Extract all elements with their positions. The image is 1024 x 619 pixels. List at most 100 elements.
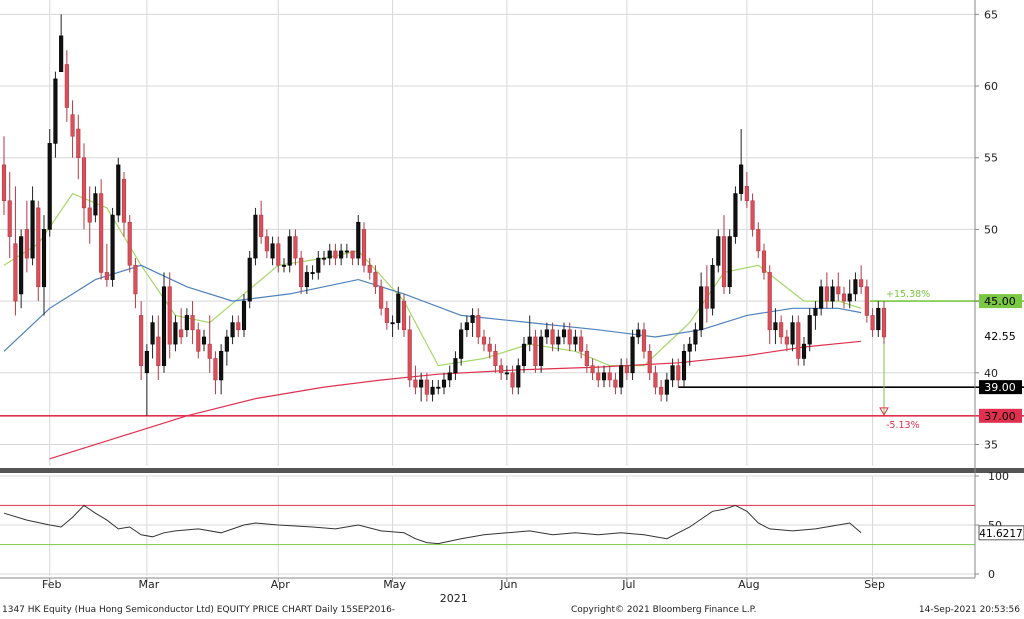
time-axis-label: Feb [42, 578, 61, 591]
candle-body [441, 379, 447, 388]
candle-body [299, 257, 304, 288]
candle-body [41, 229, 47, 288]
candle-body [830, 286, 835, 302]
candle-body [824, 286, 829, 302]
candle-body [613, 379, 618, 388]
candle-body [87, 207, 92, 223]
candle-body [516, 365, 521, 388]
candle-body [544, 329, 549, 338]
candle-body [293, 236, 298, 259]
candle-body [344, 250, 349, 253]
candle-body [1, 164, 7, 202]
time-axis: Feb Mar Apr May Jun Jul Aug Sep2021 [0, 577, 975, 605]
candle-body [133, 264, 138, 295]
candle-body [624, 365, 629, 374]
candle-body [196, 329, 201, 352]
candle-body [459, 329, 464, 359]
candle-body [173, 322, 178, 345]
candle-body [881, 307, 887, 338]
candle-body [333, 250, 338, 259]
candle-body [693, 329, 698, 345]
candle-body [241, 300, 247, 331]
candle-body [93, 193, 98, 216]
candle-body [476, 315, 481, 338]
candle-body [619, 365, 624, 388]
candle-body [796, 322, 801, 359]
moving-average-line-2 [3, 264, 862, 352]
candle-body [424, 379, 429, 395]
time-axis-label: Jun [499, 578, 517, 591]
candle-body [510, 372, 515, 388]
candle-body [716, 236, 721, 266]
candle-body [710, 264, 715, 309]
candle-body [813, 307, 818, 316]
candle-body [744, 186, 749, 202]
osc-last-value-text: 41.6217 [979, 528, 1022, 540]
candle-body [819, 286, 824, 309]
candle-body [579, 336, 584, 352]
candle-body [36, 207, 41, 288]
candle-body [7, 200, 12, 237]
candle-body [24, 229, 29, 259]
candle-body [870, 315, 875, 331]
price-axis: 35 40 45 50 55 60 65 [974, 0, 998, 578]
candle-body [773, 322, 778, 331]
candle-body [664, 379, 669, 395]
candle-body [630, 336, 635, 374]
candle-body [327, 250, 332, 259]
candle-body [281, 264, 287, 267]
candle-body [156, 336, 161, 366]
candle-body [790, 322, 795, 345]
candle-body [721, 236, 727, 288]
candle-body [390, 322, 395, 325]
reference-badge-text: 37.00 [984, 410, 1016, 423]
price-axis-label: 50 [984, 223, 998, 236]
candle-body [687, 343, 692, 352]
candle-body [373, 272, 378, 288]
candle-body [350, 250, 355, 259]
candle-body [304, 272, 309, 288]
candle-body [859, 279, 864, 288]
chart-canvas: 45.00+15.38%39.0037.00-5.13% 35404550556… [0, 0, 1024, 605]
candle-body [681, 350, 687, 381]
candle-body [99, 193, 104, 273]
candle-body [190, 315, 195, 331]
candle-body [499, 365, 504, 374]
footer-timestamp: 14-Sep-2021 20:53:56 [918, 605, 1020, 615]
reference-lines: 45.00+15.38%39.0037.00-5.13% [0, 289, 1024, 431]
candle-body [676, 365, 681, 381]
time-axis-label: May [383, 578, 406, 591]
candle-body [464, 322, 469, 331]
candle-body [401, 300, 407, 331]
candle-body [70, 114, 75, 137]
candle-body [384, 307, 389, 323]
candle-body [784, 336, 789, 345]
candle-body [590, 365, 595, 374]
candle-body [733, 193, 738, 237]
candle-body [670, 365, 675, 381]
candle-body [596, 372, 601, 381]
candle-body [53, 78, 58, 144]
candle-body [653, 372, 658, 388]
candle-body [601, 372, 607, 381]
candle-body [13, 243, 18, 302]
footer-copyright: Copyright© 2021 Bloomberg Finance L.P. [571, 605, 757, 615]
candle-body [647, 350, 652, 374]
candle-body [321, 257, 327, 260]
candle-body [247, 257, 252, 302]
grid-lines [0, 0, 1024, 576]
candle-body [704, 286, 709, 309]
candle-body [504, 372, 509, 375]
candle-body [550, 329, 555, 345]
price-badges: 42.55 [979, 329, 1022, 344]
candle-body [184, 315, 189, 331]
candle-body [561, 329, 567, 338]
candle-body [367, 264, 372, 273]
candle-body [81, 157, 87, 209]
candle-body [47, 143, 52, 230]
candle-body [659, 386, 664, 395]
time-axis-label: Mar [138, 578, 159, 591]
candle-body [161, 286, 167, 366]
footer-bar: 1347 HK Equity (Hua Hong Semiconductor L… [0, 603, 1024, 619]
reference-annotation: +15.38% [886, 289, 930, 300]
